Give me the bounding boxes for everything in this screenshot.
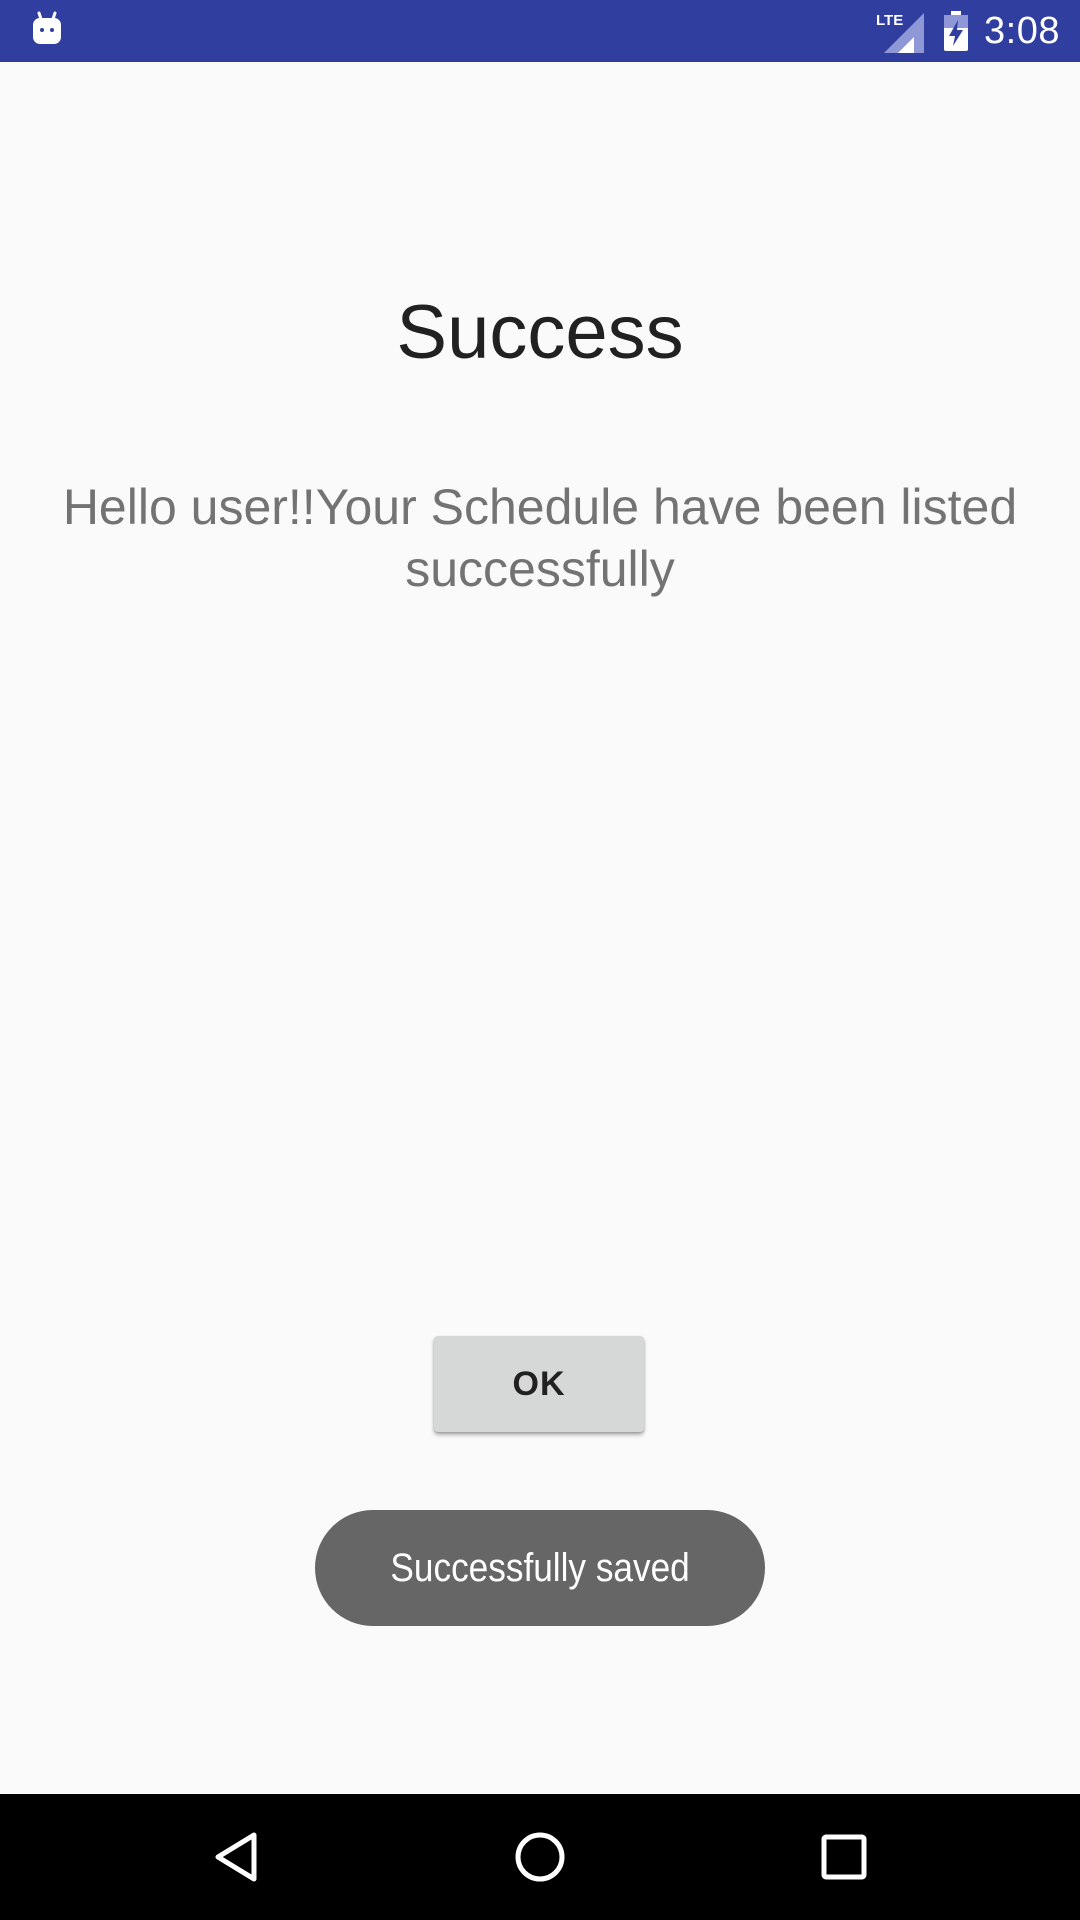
status-time: 3:08: [984, 9, 1060, 52]
home-icon: [515, 1832, 565, 1882]
toast-text: Successfully saved: [390, 1545, 690, 1590]
battery-charging-icon: [944, 11, 969, 51]
recents-button[interactable]: [784, 1794, 904, 1920]
android-notification-icon: [33, 11, 61, 44]
lte-label: LTE: [876, 12, 903, 29]
navigation-bar: [0, 1794, 1080, 1920]
back-icon: [215, 1832, 257, 1882]
status-bar: LTE 3:08: [0, 0, 1080, 62]
back-button[interactable]: [176, 1794, 296, 1920]
screen: LTE 3:08 Success Hello user!!Your Schedu…: [0, 0, 1080, 1920]
ok-button[interactable]: OK: [434, 1336, 644, 1432]
status-icons: LTE 3:08: [876, 0, 1060, 62]
recents-icon: [821, 1834, 867, 1880]
success-message: Hello user!!Your Schedule have been list…: [62, 479, 1018, 597]
lte-signal-icon: LTE: [876, 12, 925, 53]
toast: Successfully saved: [315, 1510, 765, 1626]
home-button[interactable]: [480, 1794, 600, 1920]
page-title: Success: [396, 290, 684, 375]
